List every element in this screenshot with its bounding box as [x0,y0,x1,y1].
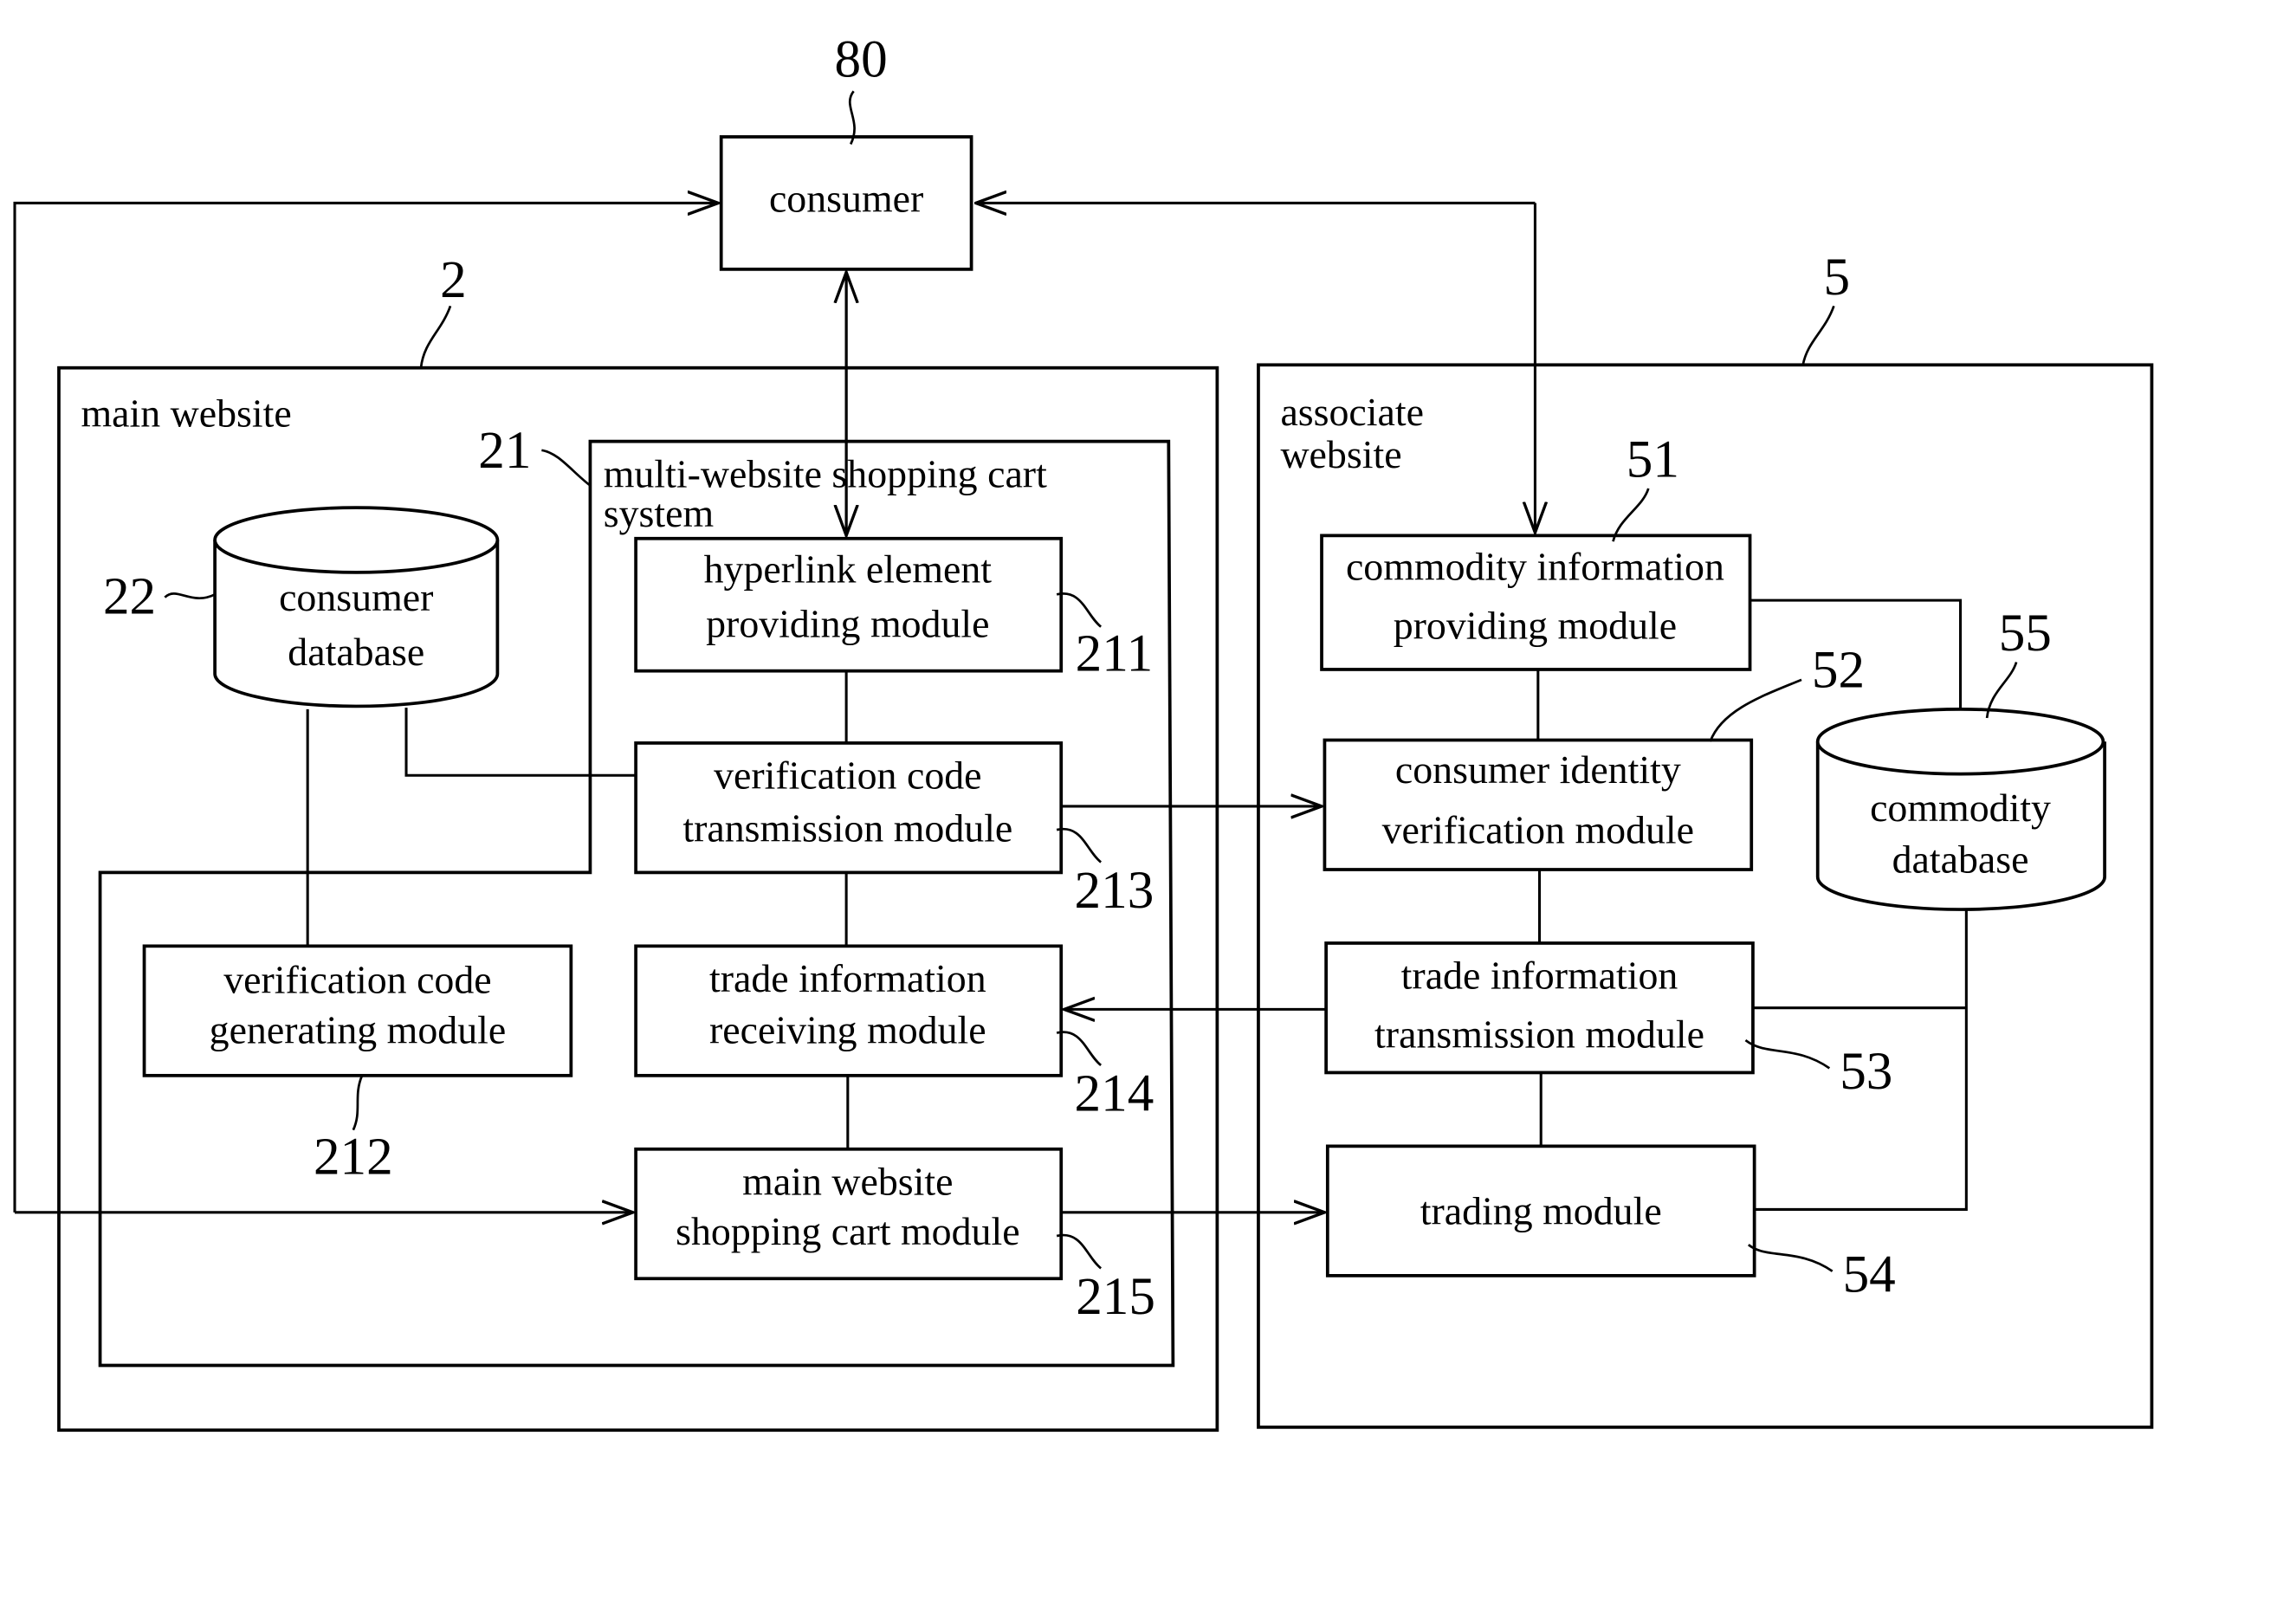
module-211-leader-line [1056,592,1103,628]
module-53-leader-line [1744,1038,1831,1070]
consumer-label: consumer [769,177,923,221]
consumer-node: consumer 80 [719,29,973,271]
module-54-label: trading module [1420,1188,1662,1232]
consumer-database-ref-number: 22 [103,566,156,625]
module-215-line1: main website [742,1159,953,1203]
module-51-leader-line [1612,488,1650,542]
system-block-diagram: consumer 80 main website 2 multi-website… [13,29,2154,1433]
commodity-database-ref-number: 55 [1999,604,2052,663]
module-54-ref-number: 54 [1843,1245,1896,1304]
module-52-leader-line [1709,678,1802,742]
consumer-ref-number: 80 [835,29,888,88]
module-52: consumer identity verification module 52 [1323,640,1865,871]
shopping-cart-system-label-line2: system [604,491,714,535]
module-214: trade information receiving module 214 [634,944,1154,1123]
commodity-database-line1: commodity [1870,786,2051,830]
module-53-line2: transmission module [1374,1012,1704,1057]
connector-22-213 [404,708,637,777]
module-213-leader-line [1056,827,1103,863]
shopping-cart-system-label-line1: multi-website shopping cart [604,451,1047,495]
module-213-ref-number: 213 [1075,861,1154,920]
associate-website-label-line1: associate [1280,390,1424,434]
module-51-line2: providing module [1394,603,1677,647]
module-54: trading module 54 [1325,1144,1896,1304]
module-53-ref-number: 53 [1840,1042,1892,1101]
module-214-line2: receiving module [709,1007,986,1051]
module-212-leader-line [352,1075,364,1131]
module-212-line2: generating module [210,1007,507,1051]
commodity-database-top [1815,707,2105,776]
commodity-database-line2: database [1892,837,2029,881]
main-website-leader-line [419,305,452,368]
module-213: verification code transmission module 21… [634,741,1154,920]
module-53-line1: trade information [1401,954,1678,998]
module-211: hyperlink element providing module 211 [634,536,1153,683]
module-215-leader-line [1056,1233,1103,1270]
module-211-ref-number: 211 [1076,624,1153,683]
module-211-line1: hyperlink element [704,547,993,592]
module-212-ref-number: 212 [314,1128,393,1187]
shopping-cart-system-leader-line [541,449,592,487]
module-215-line2: shopping cart module [676,1209,1019,1253]
module-51-ref-number: 51 [1627,430,1679,488]
associate-website-ref-number: 5 [1824,248,1851,307]
module-215: main website shopping cart module 215 [634,1147,1155,1326]
module-211-line2: providing module [706,602,989,646]
module-52-ref-number: 52 [1812,640,1865,699]
consumer-database-top [213,506,500,574]
consumer-database-line2: database [288,630,424,674]
module-214-line1: trade information [709,956,986,1000]
module-215-ref-number: 215 [1076,1267,1155,1326]
main-website-ref-number: 2 [440,250,467,309]
module-52-line1: consumer identity [1395,747,1681,792]
associate-website-leader-line [1801,305,1835,365]
module-213-line1: verification code [714,754,981,798]
module-53: trade information transmission module 53 [1324,941,1892,1101]
main-website-label: main website [81,391,291,436]
module-54-leader-line [1747,1244,1834,1272]
module-214-ref-number: 214 [1075,1064,1154,1123]
shopping-cart-system-ref-number: 21 [478,421,531,480]
associate-website-label-line2: website [1280,432,1401,476]
module-51-line1: commodity information [1346,544,1724,588]
module-214-leader-line [1056,1031,1103,1067]
consumer-database-leader-line [164,592,216,600]
module-52-line2: verification module [1382,807,1694,851]
module-213-line2: transmission module [682,806,1012,851]
consumer-database-line1: consumer [279,575,433,619]
consumer-database: consumer database 22 [103,506,500,708]
module-212: verification code generating module 212 [142,944,573,1187]
module-212-line1: verification code [223,958,491,1002]
